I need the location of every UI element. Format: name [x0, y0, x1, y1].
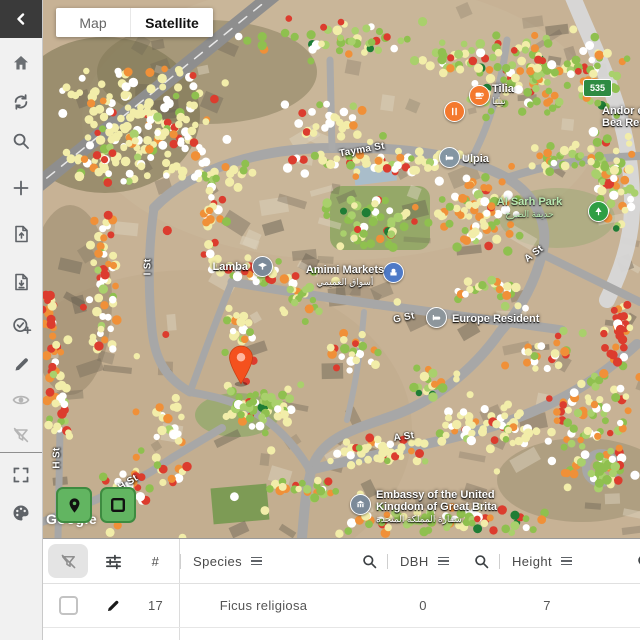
- table-filter-off-button[interactable]: [48, 544, 88, 578]
- palette-icon: [13, 505, 29, 521]
- visibility-button[interactable]: [0, 388, 42, 412]
- file-download-icon: [15, 273, 28, 291]
- cell-row-number: 17: [147, 598, 164, 613]
- chevron-left-icon: [17, 13, 25, 25]
- row-edit-button[interactable]: [94, 628, 132, 640]
- column-header-dbh: DBH: [400, 553, 429, 569]
- add-button[interactable]: [0, 176, 42, 200]
- poi-label[interactable]: Amimi Markets أسواق العميمي: [275, 264, 415, 288]
- route-shield: 535: [583, 79, 612, 97]
- home-button[interactable]: [0, 51, 42, 75]
- school-icon[interactable]: [252, 256, 273, 277]
- selected-marker-pin[interactable]: [226, 344, 256, 388]
- species-search-icon[interactable]: [361, 553, 378, 570]
- embassy-icon[interactable]: [350, 494, 371, 515]
- row-edit-button[interactable]: [94, 584, 132, 627]
- pencil-icon: [15, 357, 28, 370]
- cell-height: 7: [543, 598, 551, 613]
- street-label: I St: [142, 258, 154, 276]
- restaurant-icon[interactable]: [444, 101, 465, 122]
- eye-icon: [12, 395, 30, 405]
- lodging-icon[interactable]: [426, 307, 447, 328]
- file-download-button[interactable]: [0, 270, 42, 294]
- crop-frame-button[interactable]: [0, 463, 42, 487]
- dbh-sort-menu-icon[interactable]: [437, 556, 449, 566]
- pencil-icon: [107, 600, 119, 611]
- filter-off-icon: [61, 554, 75, 568]
- poi-label[interactable]: Embassy of the United Kingdom of Great B…: [376, 489, 497, 525]
- height-sort-menu-icon[interactable]: [560, 556, 572, 566]
- poi-label[interactable]: Al Sarh Park حديقة الصرح: [472, 196, 587, 220]
- toolbar-sidebar: [0, 0, 43, 640]
- add-marker-button[interactable]: [56, 487, 92, 523]
- collapse-sidebar-button[interactable]: [0, 0, 42, 38]
- table-row[interactable]: 17 Ficus religiosa 0 7: [42, 584, 640, 628]
- file-upload-icon: [15, 225, 28, 243]
- table-header-row: # Species DBH Height: [42, 539, 640, 584]
- column-divider: [499, 553, 500, 569]
- dbh-search-icon[interactable]: [473, 553, 490, 570]
- height-search-icon[interactable]: [636, 553, 640, 570]
- filter-off-icon: [13, 427, 29, 443]
- draw-shape-button[interactable]: [100, 487, 136, 523]
- tree-survey-app: Map Satellite Tayma St I St H St H St G …: [0, 0, 640, 640]
- cell-species: Ficus religiosa: [219, 598, 308, 613]
- column-header-species: Species: [193, 553, 243, 569]
- map-canvas[interactable]: Map Satellite Tayma St I St H St H St G …: [42, 0, 640, 538]
- location-pin-icon: [69, 497, 79, 513]
- check-circle-plus-icon: [12, 317, 31, 334]
- sync-icon: [14, 94, 28, 110]
- search-tool-button[interactable]: [0, 129, 42, 153]
- map-type-control: Map Satellite: [56, 8, 213, 37]
- lodging-icon[interactable]: [439, 147, 460, 168]
- column-header-number: #: [151, 553, 160, 569]
- park-icon[interactable]: [588, 201, 609, 222]
- table-row[interactable]: 18 Ficus religiosa 70 8: [42, 628, 640, 640]
- poi-label[interactable]: Europe Resident: [452, 313, 539, 325]
- filter-off-button[interactable]: [0, 423, 42, 447]
- select-add-button[interactable]: [0, 313, 42, 337]
- column-divider: [180, 553, 181, 569]
- cafe-icon[interactable]: [469, 85, 490, 106]
- column-header-height: Height: [512, 553, 552, 569]
- search-icon: [13, 133, 29, 149]
- cell-dbh: 0: [419, 598, 427, 613]
- edit-button[interactable]: [0, 352, 42, 376]
- square-shape-icon: [111, 498, 126, 513]
- street-label: H St: [51, 447, 63, 469]
- table-settings-button[interactable]: [94, 539, 132, 583]
- species-sort-menu-icon[interactable]: [251, 556, 263, 566]
- sync-button[interactable]: [0, 90, 42, 114]
- poi-label[interactable]: Lamba: [192, 261, 248, 273]
- poi-label[interactable]: Ulpia: [462, 153, 489, 165]
- column-divider: [387, 553, 388, 569]
- sidebar-divider: [0, 452, 42, 453]
- row-checkbox[interactable]: [58, 596, 78, 615]
- tune-icon: [105, 554, 121, 569]
- data-table: # Species DBH Height 17 Ficus religiosa …: [42, 538, 640, 640]
- crop-frame-icon: [13, 467, 29, 483]
- satellite-view-button[interactable]: Satellite: [131, 8, 213, 37]
- home-icon: [14, 56, 28, 70]
- poi-label[interactable]: Tilia تيليا: [492, 83, 514, 107]
- poi-label[interactable]: Andor e Bea Res: [602, 105, 640, 129]
- plus-icon: [13, 180, 29, 196]
- map-view-button[interactable]: Map: [56, 8, 131, 37]
- file-upload-button[interactable]: [0, 222, 42, 246]
- palette-button[interactable]: [0, 501, 42, 525]
